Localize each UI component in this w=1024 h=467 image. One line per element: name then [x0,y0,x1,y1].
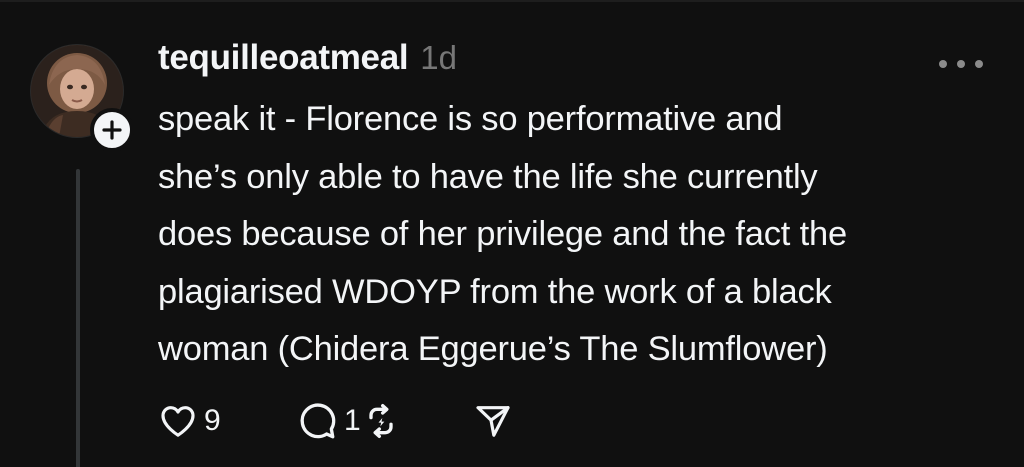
post-text-line: speak it - Florence is so performative a… [158,100,783,138]
repost-icon [369,404,393,438]
post-text-line: plagiarised WDOYP from the work of a bla… [158,272,832,311]
more-button[interactable] [939,56,983,72]
more-horizontal-icon-dot [975,60,983,68]
post-text-line: woman (Chidera Eggerue’s The Slumflower) [158,330,828,368]
post-actions: 9 1 [158,396,513,446]
post-timestamp[interactable]: 1d [420,39,457,77]
thread-post: tequilleoatmeal 1d speak it - Florence i… [0,0,1024,467]
like-count: 9 [204,404,221,437]
post-text-line: she’s only able to have the life she cur… [158,157,818,196]
heart-icon [161,406,195,437]
avatar-column [30,44,134,467]
plus-icon [102,120,122,140]
avatar-wrap[interactable] [30,44,134,152]
post-header: tequilleoatmeal 1d [158,38,988,90]
send-icon [476,406,510,437]
post-content: tequilleoatmeal 1d speak it - Florence i… [158,38,988,379]
thread-line [76,169,80,467]
more-horizontal-icon-dot [939,60,947,68]
follow-button[interactable] [90,108,134,152]
reply-count: 1 [344,404,361,437]
share-button[interactable] [473,401,513,441]
post-text-line: does because of her privilege and the fa… [158,215,847,253]
repost-button[interactable] [361,401,461,441]
more-horizontal-icon-dot [957,60,965,68]
top-divider [0,0,1024,2]
username-link[interactable]: tequilleoatmeal [158,38,409,78]
like-button[interactable]: 9 [158,401,238,441]
post-body: speak it - Florence is so performative a… [158,91,988,379]
comment-icon [300,403,336,439]
